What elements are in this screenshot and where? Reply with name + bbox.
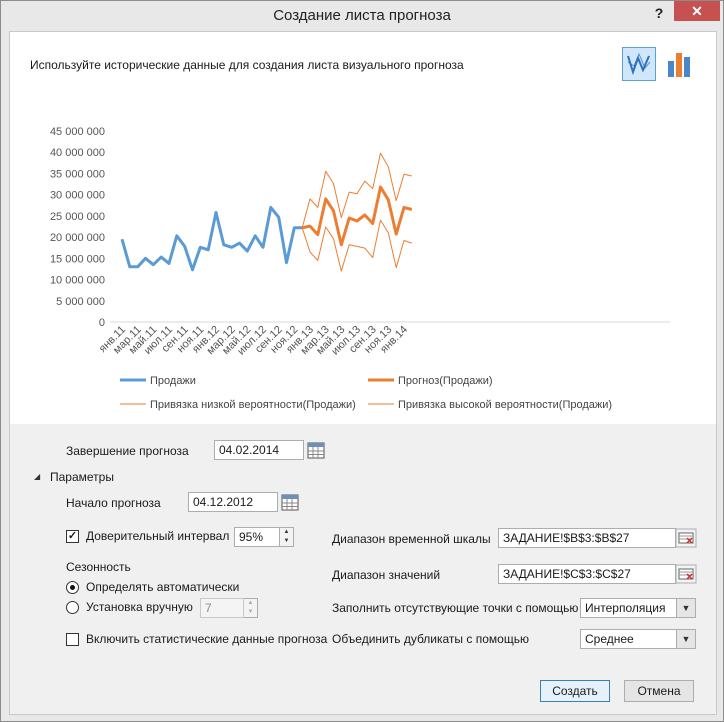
calendar-icon[interactable]	[280, 492, 300, 512]
forecast-start-input[interactable]: 04.12.2012	[188, 492, 278, 512]
y-tick-label: 5 000 000	[56, 296, 105, 308]
dialog-body: Используйте исторические данные для созд…	[9, 31, 717, 715]
seasonality-label: Сезонность	[66, 560, 131, 574]
confidence-interval-input[interactable]: 95%	[234, 527, 280, 547]
fill-missing-label: Заполнить отсутствующие точки с помощью	[332, 601, 579, 615]
calendar-icon[interactable]	[306, 440, 326, 460]
confidence-spinner[interactable]: ▲ ▼	[280, 527, 294, 547]
range-select-icon[interactable]	[675, 528, 697, 548]
legend-label: Привязка высокой вероятности(Продажи)	[398, 399, 612, 411]
season-spinner[interactable]: ▲ ▼	[244, 598, 258, 618]
aggregate-label: Объединить дубликаты с помощью	[332, 632, 529, 646]
season-auto-label: Определять автоматически	[86, 580, 240, 594]
y-tick-label: 30 000 000	[50, 190, 105, 202]
include-stats-label: Включить статистические данные прогноза	[86, 632, 328, 646]
y-tick-label: 40 000 000	[50, 147, 105, 159]
values-range-label: Диапазон значений	[332, 568, 441, 582]
confidence-interval-checkbox[interactable]: ✓	[66, 530, 79, 543]
season-manual-input[interactable]: 7	[200, 598, 244, 618]
chevron-down-icon: ▼	[676, 599, 695, 617]
create-button[interactable]: Создать	[540, 680, 610, 702]
range-select-icon[interactable]	[675, 564, 697, 584]
forecast-start-label: Начало прогноза	[66, 496, 161, 510]
legend-label: Прогноз(Продажи)	[398, 375, 493, 387]
chevron-down-icon: ▼	[676, 630, 695, 648]
series-line-3	[301, 152, 412, 228]
dialog-title: Создание листа прогноза	[273, 7, 451, 24]
y-tick-label: 45 000 000	[50, 126, 105, 138]
chart-pane: Используйте исторические данные для созд…	[10, 32, 716, 424]
forecast-end-input[interactable]: 04.02.2014	[214, 440, 304, 460]
forecast-dialog: Создание листа прогноза ? ✕ Используйте …	[0, 0, 724, 722]
y-tick-label: 10 000 000	[50, 275, 105, 287]
help-button[interactable]: ?	[649, 3, 669, 23]
confidence-interval-label: Доверительный интервал	[86, 529, 230, 543]
y-tick-label: 0	[99, 317, 105, 329]
legend-label: Привязка низкой вероятности(Продажи)	[150, 399, 356, 411]
series-line-0	[120, 205, 303, 272]
timeline-range-label: Диапазон временной шкалы	[332, 532, 491, 546]
season-manual-label: Установка вручную	[86, 600, 193, 614]
fill-missing-select[interactable]: Интерполяция ▼	[580, 598, 696, 618]
aggregate-select[interactable]: Среднее ▼	[580, 629, 696, 649]
y-tick-label: 20 000 000	[50, 232, 105, 244]
forecast-end-label: Завершение прогноза	[66, 444, 189, 458]
season-manual-radio[interactable]	[66, 601, 79, 614]
title-bar: Создание листа прогноза ? ✕	[1, 1, 723, 31]
forecast-chart: 0 5 000 000 10 000 000 15 000 000 20 000 000…	[50, 126, 670, 411]
timeline-range-input[interactable]: ЗАДАНИЕ!$B$3:$B$27	[498, 528, 676, 548]
cancel-button[interactable]: Отмена	[624, 680, 694, 702]
legend-label: Продажи	[150, 375, 196, 387]
options-section-label[interactable]: Параметры	[50, 470, 114, 484]
aggregate-value: Среднее	[585, 632, 634, 646]
y-tick-label: 15 000 000	[50, 253, 105, 265]
collapse-triangle-icon[interactable]: ◢	[34, 472, 40, 481]
close-button[interactable]: ✕	[674, 1, 720, 21]
season-auto-radio[interactable]	[66, 581, 79, 594]
include-stats-checkbox[interactable]	[66, 633, 79, 646]
y-tick-label: 35 000 000	[50, 168, 105, 180]
y-tick-label: 25 000 000	[50, 211, 105, 223]
fill-missing-value: Интерполяция	[585, 601, 666, 615]
values-range-input[interactable]: ЗАДАНИЕ!$C$3:$C$27	[498, 564, 676, 584]
